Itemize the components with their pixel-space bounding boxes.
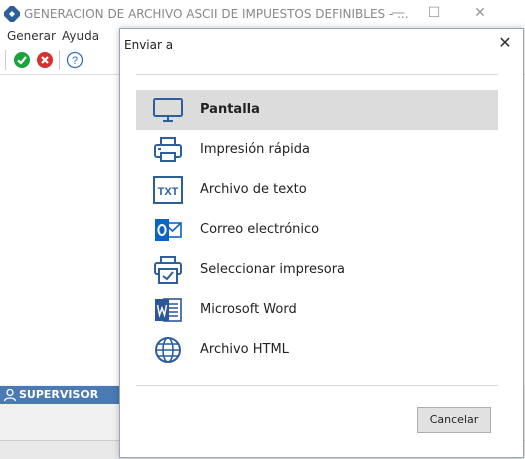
txt-file-icon: TXT — [153, 176, 183, 204]
dialog-close-button[interactable]: ✕ — [497, 35, 513, 51]
menu-generar[interactable]: Generar — [7, 29, 56, 43]
option-archivo-html[interactable]: Archivo HTML — [136, 330, 498, 370]
send-to-dialog: Enviar a ✕ Pantalla Impresión rápida TXT… — [119, 28, 524, 458]
app-title-bar: GENERACION DE ARCHIVO ASCII DE IMPUESTOS… — [0, 0, 525, 29]
minimize-button[interactable]: — — [388, 4, 408, 22]
divider-bottom — [136, 385, 498, 386]
monitor-icon — [153, 98, 183, 122]
maximize-button[interactable]: ☐ — [424, 4, 444, 22]
option-pantalla[interactable]: Pantalla — [136, 90, 498, 130]
cancel-icon[interactable] — [36, 51, 54, 69]
toolbar-separator — [59, 50, 60, 70]
user-label: SUPERVISOR — [19, 388, 99, 401]
option-microsoft-word[interactable]: Microsoft Word — [136, 290, 498, 330]
printer-select-icon — [154, 256, 182, 284]
cancel-button[interactable]: Cancelar — [417, 407, 491, 433]
option-correo[interactable]: Correo electrónico — [136, 210, 498, 250]
user-badge: SUPERVISOR — [0, 386, 120, 404]
option-archivo-texto[interactable]: TXT Archivo de texto — [136, 170, 498, 210]
toolbar-grip — [5, 50, 6, 70]
option-label: Impresión rápida — [200, 142, 310, 157]
help-icon[interactable]: ? — [66, 51, 84, 69]
word-icon — [155, 298, 182, 322]
option-label: Pantalla — [200, 102, 260, 117]
app-logo-icon — [4, 6, 20, 22]
menu-ayuda[interactable]: Ayuda — [62, 29, 99, 43]
option-seleccionar-impresora[interactable]: Seleccionar impresora — [136, 250, 498, 290]
divider-top — [136, 74, 498, 75]
svg-text:TXT: TXT — [158, 186, 179, 198]
options-list: Pantalla Impresión rápida TXT Archivo de… — [136, 90, 498, 370]
option-label: Correo electrónico — [200, 222, 320, 237]
dialog-title: Enviar a — [124, 38, 174, 52]
printer-icon — [154, 137, 182, 162]
option-label: Archivo HTML — [200, 342, 289, 357]
globe-icon — [155, 337, 181, 363]
option-impresion-rapida[interactable]: Impresión rápida — [136, 130, 498, 170]
window-title: GENERACION DE ARCHIVO ASCII DE IMPUESTOS… — [24, 7, 409, 21]
option-label: Microsoft Word — [200, 302, 297, 317]
svg-text:?: ? — [72, 55, 78, 67]
window-close-button[interactable]: ✕ — [470, 4, 490, 22]
outlook-icon — [155, 219, 182, 241]
option-label: Seleccionar impresora — [200, 262, 346, 277]
option-label: Archivo de texto — [200, 182, 307, 197]
check-icon[interactable] — [13, 51, 31, 69]
user-icon — [3, 388, 17, 402]
